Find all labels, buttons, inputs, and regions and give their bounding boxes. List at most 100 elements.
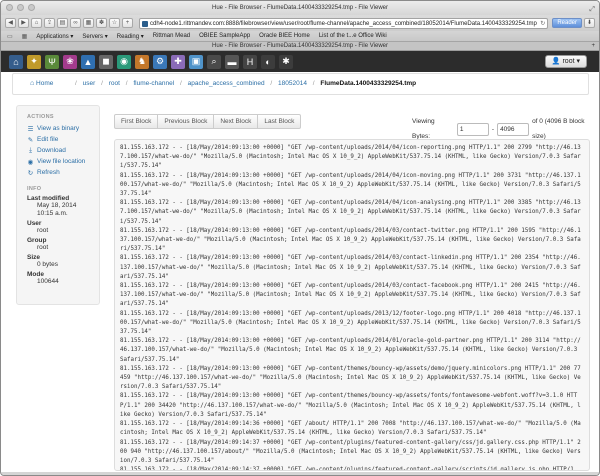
user-label: User (27, 220, 42, 227)
fullscreen-icon[interactable]: ⤢ (589, 3, 595, 17)
address-bar[interactable]: cdh4-node1.rittmandev.com:8888/filebrows… (139, 17, 549, 29)
site-favicon (142, 20, 148, 27)
pencil-icon: ✎ (27, 136, 34, 144)
breadcrumb-date-folder[interactable]: 18052014 (278, 80, 307, 87)
browser-toolbar: ◀ ▶ ⌂ ⇪ ▤ ∞ ▦ ✽ ☆ + cdh4-node1.rittmande… (1, 15, 599, 31)
hue-home-icon[interactable]: ⌂ (9, 54, 23, 69)
info-header: INFO (27, 186, 42, 192)
bookmark-icon[interactable]: ☆ (109, 18, 120, 28)
breadcrumb-root[interactable]: root (109, 80, 120, 87)
bookmark-reading[interactable]: Reading ▾ (117, 33, 144, 40)
bookmark-servers[interactable]: Servers ▾ (82, 33, 107, 40)
home-icon[interactable]: ⌂ (30, 80, 34, 87)
edit-file-link[interactable]: ✎ Edit file (27, 134, 89, 145)
breadcrumb: ⌂ Home / user / root / flume-channel / a… (12, 73, 589, 95)
list-icon: ☰ (27, 125, 34, 133)
bookmark-rittman-mead[interactable]: Rittman Mead (153, 33, 190, 39)
window-title: Hue - File Browser - FlumeData.140043332… (212, 5, 388, 11)
user-menu-label: root ▾ (562, 58, 580, 65)
home-toolbar-icon[interactable]: ⌂ (31, 18, 42, 28)
breadcrumb-separator: / (101, 80, 103, 87)
bookmark-oracle-biee-home[interactable]: Oracle BIEE Home (259, 33, 310, 39)
download-link[interactable]: ⤓ Download (27, 145, 89, 156)
spark-icon[interactable]: ✱ (279, 54, 293, 69)
zookeeper-icon[interactable]: ◐ (261, 54, 275, 69)
close-window-button[interactable] (6, 4, 13, 11)
add-tab-icon[interactable]: + (591, 42, 595, 51)
breadcrumb-home[interactable]: Home (36, 80, 53, 87)
user-value: root (37, 227, 49, 234)
previous-block-button[interactable]: Previous Block (157, 114, 215, 129)
eye-icon: ◉ (27, 158, 34, 166)
breadcrumb-user[interactable]: user (83, 80, 96, 87)
extension-icon[interactable]: ✽ (96, 18, 107, 28)
workflow-icon[interactable]: ◉ (117, 54, 131, 69)
pig-icon[interactable]: Ψ (45, 54, 59, 69)
breadcrumb-separator: / (270, 80, 273, 87)
share-icon[interactable]: ⇪ (44, 18, 55, 28)
breadcrumb-apache-access-combined[interactable]: apache_access_combined (188, 80, 265, 87)
reading-list-icon[interactable]: ∞ (70, 18, 81, 28)
breadcrumb-flume-channel[interactable]: flume-channel (133, 80, 174, 87)
view-file-location-label: View file location (37, 158, 86, 165)
window-bottom-edge (1, 472, 599, 475)
window-titlebar[interactable]: Hue - File Browser - FlumeData.140043332… (1, 1, 599, 15)
group-label: Group (27, 237, 47, 244)
new-tab-button[interactable]: + (122, 18, 133, 28)
zoom-search-icon[interactable]: ⌕ (207, 54, 221, 69)
bookmarks-bar: ▭ ▦ Applications ▾ Servers ▾ Reading ▾ R… (1, 31, 599, 42)
browser-window: Hue - File Browser - FlumeData.140043332… (0, 0, 600, 476)
bookmark-obiee-sampleapp[interactable]: OBIEE SampleApp (199, 33, 250, 39)
refresh-label: Refresh (37, 169, 60, 176)
file-browser-icon[interactable]: ▬ (225, 54, 239, 69)
forward-button[interactable]: ▶ (18, 18, 29, 28)
bookmark-applications[interactable]: Applications ▾ (36, 33, 73, 40)
query-editor-icon[interactable]: ✦ (27, 54, 41, 69)
hue-navbar: ⌂ ✦ Ψ ❀ ▲ ◼ ◉ ♞ ⚙ ✚ ▣ ⌕ ▬ H ◐ ✱ 👤 root ▾ (1, 51, 599, 72)
sqoop-icon[interactable]: ♞ (135, 54, 149, 69)
reload-icon[interactable]: ↻ (540, 19, 545, 28)
zoom-window-button[interactable] (28, 4, 35, 11)
mode-value: 100644 (37, 278, 59, 285)
job-browser-icon[interactable]: ▣ (189, 54, 203, 69)
group-value: root (37, 244, 49, 251)
byte-end-input[interactable] (497, 122, 530, 136)
sidebar-toggle-icon[interactable]: ▤ (57, 18, 68, 28)
block-nav-group: First Block Previous Block Next Block La… (114, 114, 302, 129)
mode-label: Mode (27, 271, 44, 278)
last-modified-value: May 18, 2014 10:15 a.m. (37, 202, 77, 217)
minimize-window-button[interactable] (17, 4, 24, 11)
breadcrumb-separator: / (312, 80, 315, 87)
next-block-button[interactable]: Next Block (213, 114, 259, 129)
size-value: 0 bytes (37, 261, 58, 268)
breadcrumb-current-file: FlumeData.1400433329254.tmp (320, 80, 417, 87)
breadcrumb-separator: / (75, 80, 77, 87)
refresh-link[interactable]: ↻ Refresh (27, 167, 89, 178)
metastore-icon[interactable]: ❀ (63, 54, 77, 69)
reader-button[interactable]: Reader (552, 18, 582, 28)
downloads-icon[interactable]: ⬇ (584, 18, 595, 28)
top-sites-icon[interactable]: ▦ (83, 18, 94, 28)
last-modified-label: Last modified (27, 195, 70, 202)
view-as-binary-label: View as binary (37, 125, 80, 132)
browser-tab-title[interactable]: Hue - File Browser - FlumeData.140043332… (212, 43, 388, 49)
impala-icon[interactable]: ▲ (81, 54, 95, 69)
job-designer-icon[interactable]: ⚙ (153, 54, 167, 69)
top-sites-bar-icon[interactable]: ▦ (22, 33, 28, 40)
download-label: Download (37, 147, 66, 154)
hbase-icon[interactable]: H (243, 54, 257, 69)
file-content-viewer[interactable]: 81.155.163.172 - - [18/May/2014:09:13:00… (114, 139, 590, 471)
actions-header: ACTIONS (27, 114, 54, 120)
bookmark-office-wiki[interactable]: List of the t...e Office Wiki (319, 33, 387, 39)
view-as-binary-link[interactable]: ☰ View as binary (27, 123, 89, 134)
back-button[interactable]: ◀ (5, 18, 16, 28)
last-block-button[interactable]: Last Block (257, 114, 302, 129)
tab-strip: Hue - File Browser - FlumeData.140043332… (1, 42, 599, 51)
search-app-icon[interactable]: ◼ (99, 54, 113, 69)
byte-start-input[interactable] (456, 122, 489, 136)
oozie-icon[interactable]: ✚ (171, 54, 185, 69)
bookmarks-icon[interactable]: ▭ (7, 33, 13, 40)
first-block-button[interactable]: First Block (114, 114, 159, 129)
user-menu-button[interactable]: 👤 root ▾ (544, 55, 587, 68)
view-file-location-link[interactable]: ◉ View file location (27, 156, 89, 167)
